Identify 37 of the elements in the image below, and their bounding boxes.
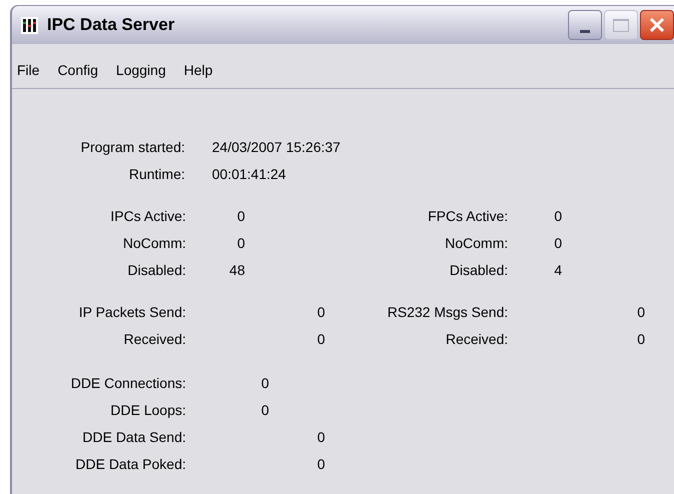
- stat-value: 0: [554, 208, 562, 224]
- stat-value: 0: [317, 429, 325, 445]
- stat-label: Disabled:: [450, 262, 508, 278]
- stat-label: RS232 Msgs Send:: [387, 304, 508, 320]
- stat-value: 00:01:41:24: [212, 166, 286, 182]
- stat-label: Received:: [124, 331, 186, 347]
- menu-item[interactable]: Help: [182, 60, 215, 81]
- stat-label: NoComm:: [122, 235, 186, 251]
- stat-value: 0: [637, 331, 645, 347]
- stat-label: DDE Loops:: [110, 402, 186, 418]
- menu-item[interactable]: Config: [56, 60, 100, 81]
- stat-label: Received:: [446, 331, 508, 347]
- stat-label: DDE Data Send:: [82, 429, 186, 445]
- stat-label: Runtime:: [128, 166, 185, 182]
- stat-label: DDE Connections:: [70, 375, 186, 391]
- stat-label: DDE Data Poked:: [76, 456, 186, 472]
- stat-value: 0: [554, 235, 562, 251]
- stat-value: 0: [261, 375, 269, 391]
- stat-value: 0: [317, 331, 325, 347]
- stat-label: Program started:: [80, 139, 185, 155]
- stat-label: FPCs Active:: [428, 208, 508, 224]
- stat-label: Disabled:: [128, 262, 186, 278]
- stat-value: 0: [261, 402, 269, 418]
- stat-label: IP Packets Send:: [78, 304, 186, 320]
- stat-label: NoComm:: [444, 235, 508, 251]
- stat-value: 0: [237, 235, 245, 251]
- stat-value: 0: [637, 304, 645, 320]
- window-title: IPC Data Server: [47, 14, 175, 36]
- stat-value: 4: [554, 262, 562, 278]
- menu-item[interactable]: Logging: [114, 60, 168, 81]
- stat-label: IPCs Active:: [110, 208, 186, 224]
- stat-value: 0: [317, 304, 325, 320]
- stat-value: 0: [317, 456, 325, 472]
- stat-value: 48: [229, 262, 245, 278]
- stat-value: 24/03/2007 15:26:37: [212, 139, 340, 155]
- stat-value: 0: [237, 208, 245, 224]
- menu-item[interactable]: File: [15, 60, 42, 81]
